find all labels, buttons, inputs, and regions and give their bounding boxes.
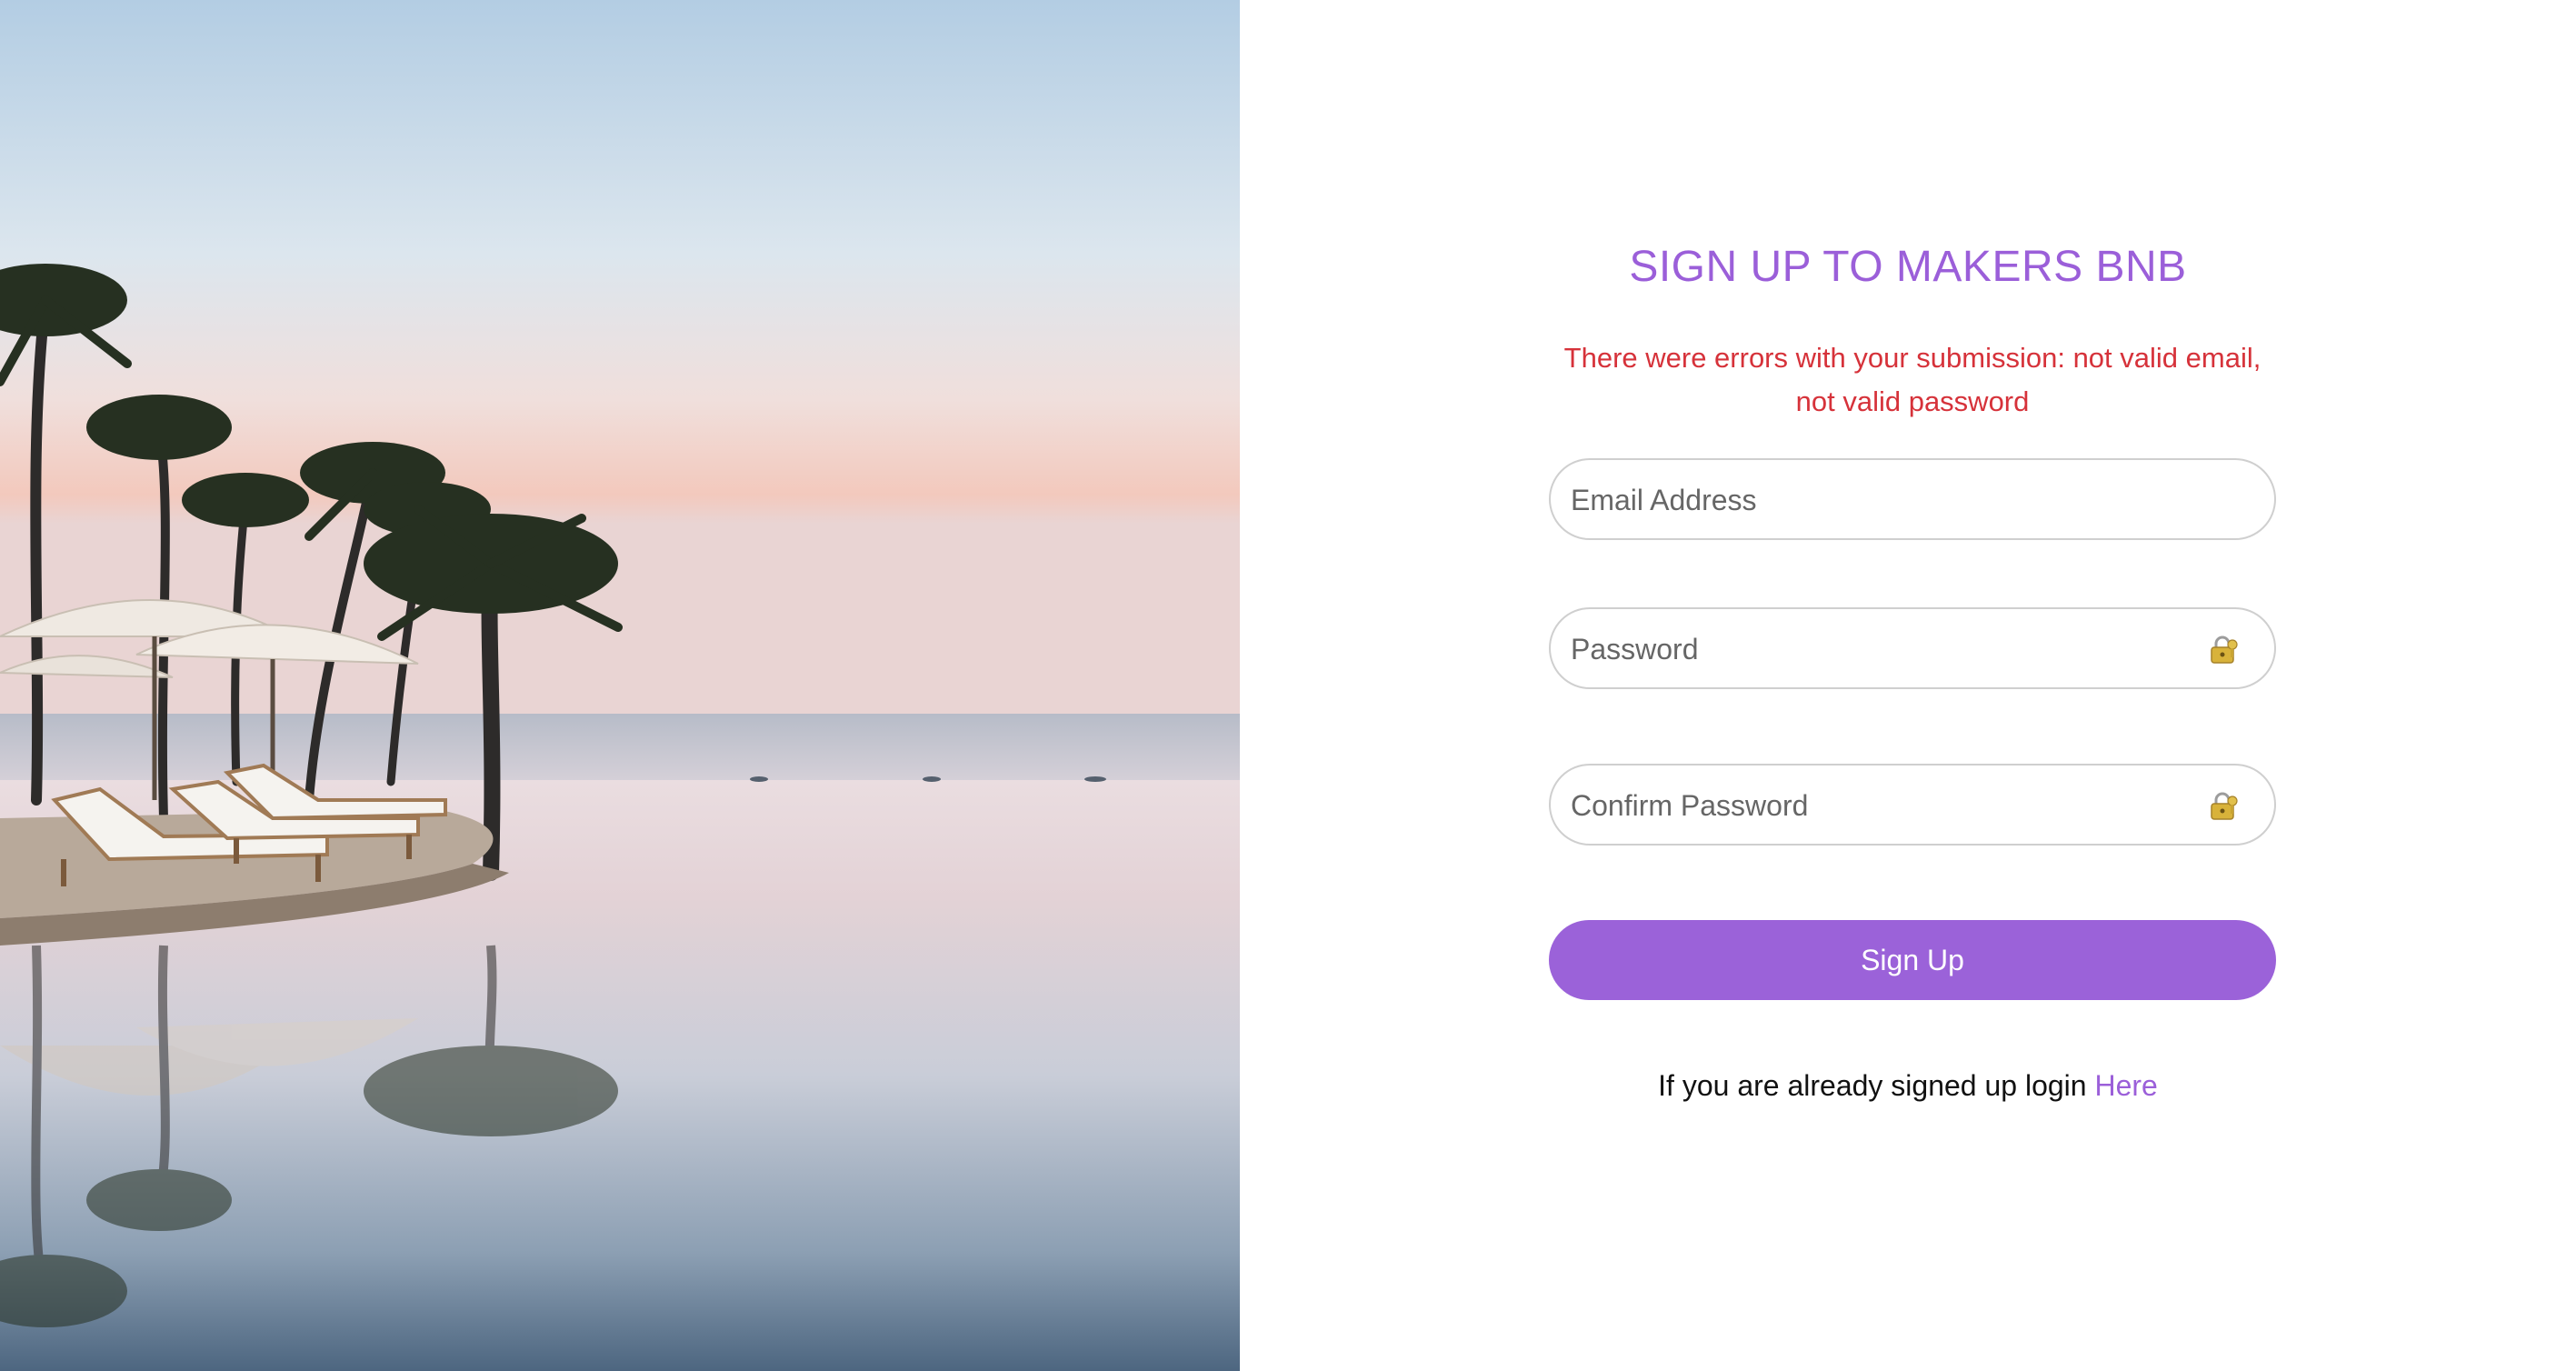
- signup-panel: SIGN UP TO MAKERS BNB There were errors …: [1240, 0, 2576, 1371]
- resort-pool-photo: [0, 0, 1240, 1371]
- email-field[interactable]: [1569, 460, 2209, 540]
- error-message: There were errors with your submission: …: [1563, 342, 2261, 417]
- sign-up-button[interactable]: Sign Up: [1549, 920, 2276, 1000]
- password-field[interactable]: [1569, 609, 2209, 689]
- hero-image: [0, 0, 1240, 1371]
- signup-page: SIGN UP TO MAKERS BNB There were errors …: [0, 0, 2576, 1371]
- email-field-container[interactable]: [1549, 458, 2276, 540]
- password-field-container[interactable]: [1549, 607, 2276, 689]
- lock-icon: [2211, 792, 2238, 820]
- page-title: SIGN UP TO MAKERS BNB: [1629, 243, 2187, 291]
- confirm-password-field-container[interactable]: [1549, 764, 2276, 846]
- login-here-link[interactable]: Here: [2094, 1069, 2157, 1102]
- login-prompt: If you are already signed up login Here: [1240, 1069, 2576, 1103]
- lock-icon: [2211, 635, 2238, 664]
- confirm-password-field[interactable]: [1569, 766, 2209, 846]
- login-prompt-text: If you are already signed up login: [1658, 1069, 2087, 1102]
